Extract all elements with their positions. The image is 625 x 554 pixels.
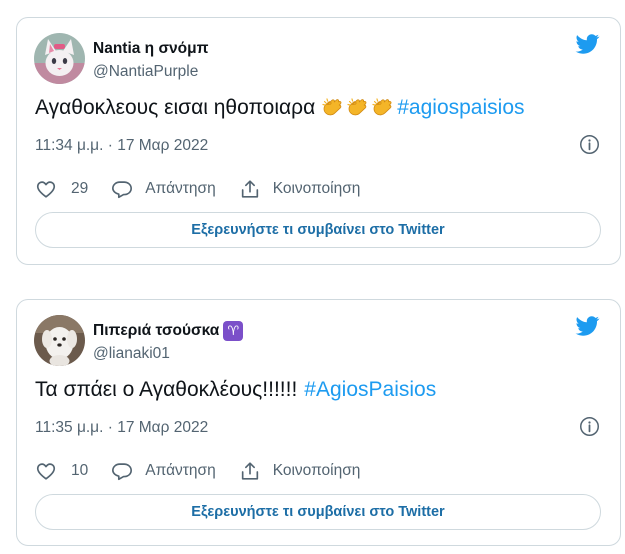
reply-label: Απάντηση — [145, 180, 216, 197]
twitter-bird-icon[interactable] — [574, 32, 601, 56]
info-icon[interactable] — [579, 416, 600, 437]
tweet-card[interactable]: Nantia η σνόμπ @NantiaPurple Αγαθοκλεους… — [16, 17, 621, 265]
name-row[interactable]: Nantia η σνόμπ — [93, 40, 209, 58]
timestamp[interactable]: 11:34 μ.μ. · 17 Μαρ 2022 — [35, 137, 208, 155]
twitter-bird-icon[interactable] — [574, 314, 601, 338]
heart-icon — [35, 178, 57, 200]
display-name[interactable]: Πιπεριά τσούσκα — [93, 322, 219, 340]
hashtag-link[interactable]: #agiospaisios — [397, 96, 524, 120]
name-row[interactable]: Πιπεριά τσούσκα ♈ — [93, 321, 244, 341]
reply-label: Απάντηση — [145, 462, 216, 479]
avatar[interactable] — [34, 315, 85, 366]
clap-emoji-group — [321, 96, 395, 120]
display-name[interactable]: Nantia η σνόμπ — [93, 40, 209, 58]
tweet-card[interactable]: Πιπεριά τσούσκα ♈ @lianaki01 Τα σπάει ο … — [16, 299, 621, 546]
like-button[interactable]: 10 — [35, 460, 88, 482]
aries-badge-icon: ♈ — [223, 321, 244, 341]
user-handle[interactable]: @lianaki01 — [93, 345, 170, 363]
reply-button[interactable]: Απάντηση — [111, 178, 216, 200]
clapping-hands-icon — [371, 96, 395, 120]
tweet-text: Τα σπάει ο Αγαθοκλέους!!!!!! #AgiosPaisi… — [35, 378, 436, 402]
tweet-text-body: Τα σπάει ο Αγαθοκλέους!!!!!! — [35, 378, 298, 401]
reply-button[interactable]: Απάντηση — [111, 460, 216, 482]
action-bar: 29 Απάντηση Κοινοποίηση — [35, 178, 383, 200]
like-count: 29 — [71, 180, 89, 197]
share-label: Κοινοποίηση — [272, 462, 361, 479]
hashtag-link[interactable]: #AgiosPaisios — [304, 378, 436, 402]
info-icon[interactable] — [579, 134, 600, 155]
like-count: 10 — [71, 462, 89, 479]
tweet-text-body: Αγαθοκλεους εισαι ηθοποιαρα — [35, 96, 316, 119]
share-label: Κοινοποίηση — [272, 180, 361, 197]
clapping-hands-icon — [346, 96, 370, 120]
clapping-hands-icon — [321, 96, 345, 120]
timestamp[interactable]: 11:35 μ.μ. · 17 Μαρ 2022 — [35, 419, 208, 437]
reply-bubble-icon — [111, 460, 133, 482]
share-button[interactable]: Κοινοποίηση — [239, 178, 361, 200]
user-handle[interactable]: @NantiaPurple — [93, 63, 198, 81]
share-upload-icon — [239, 460, 261, 482]
share-upload-icon — [239, 178, 261, 200]
share-button[interactable]: Κοινοποίηση — [239, 460, 361, 482]
tweet-text: Αγαθοκλεους εισαι ηθοποιαρα #agiospaisio… — [35, 96, 525, 120]
reply-bubble-icon — [111, 178, 133, 200]
heart-icon — [35, 460, 57, 482]
explore-twitter-button[interactable]: Εξερευνήστε τι συμβαίνει στο Twitter — [35, 212, 601, 248]
like-button[interactable]: 29 — [35, 178, 88, 200]
action-bar: 10 Απάντηση Κοινοποίηση — [35, 460, 383, 482]
avatar[interactable] — [34, 33, 85, 84]
explore-twitter-button[interactable]: Εξερευνήστε τι συμβαίνει στο Twitter — [35, 494, 601, 530]
